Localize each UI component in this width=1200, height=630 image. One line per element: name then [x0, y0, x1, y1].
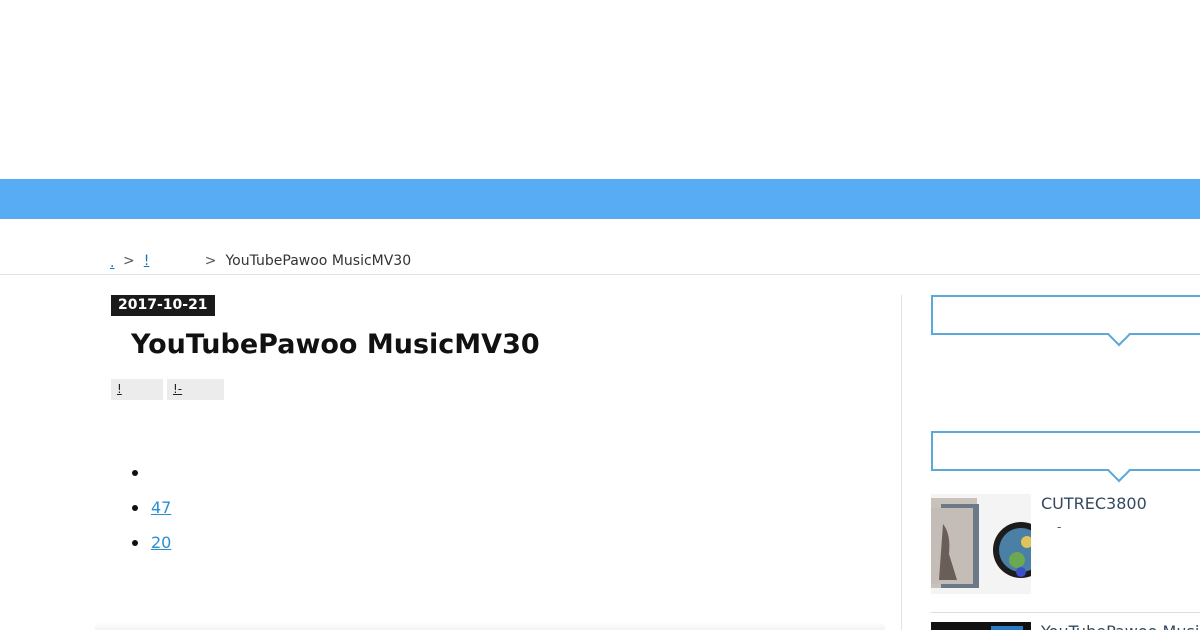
ranking-item[interactable]: CUTREC3800 -	[931, 494, 1200, 594]
tag-link[interactable]: !	[111, 379, 163, 400]
page: . > ! > YouTubePawoo MusicMV30 2017-10-2…	[0, 0, 1200, 630]
breadcrumb-separator: >	[123, 253, 135, 269]
page-title: YouTubePawoo MusicMV30	[131, 329, 540, 360]
tag-link[interactable]: !-	[167, 379, 224, 400]
list-item: 47	[130, 498, 191, 533]
tag-list: ! !-	[111, 379, 224, 400]
post-date-badge: 2017-10-21	[111, 295, 215, 316]
sidebar-widget-heading	[931, 295, 1200, 335]
column-divider	[901, 295, 902, 630]
sidebar-widget-heading	[931, 431, 1200, 471]
site-header	[0, 0, 1200, 179]
breadcrumb-divider	[0, 274, 1200, 275]
breadcrumb: . > ! > YouTubePawoo MusicMV30	[110, 252, 412, 271]
list-item: 20	[130, 533, 191, 568]
list-item	[130, 463, 191, 498]
article: 2017-10-21 YouTubePawoo MusicMV30 ! !- 4…	[110, 295, 880, 630]
breadcrumb-category-link[interactable]: !	[144, 252, 196, 270]
ranking-divider	[931, 612, 1200, 613]
ranking-meta: -	[1057, 520, 1062, 534]
content-fade	[95, 622, 885, 630]
table-of-contents: 47 20	[130, 463, 191, 568]
breadcrumb-home-link[interactable]: .	[110, 254, 114, 271]
ranking-title[interactable]: YouTubePawoo Music	[1041, 622, 1200, 630]
ranking-thumbnail[interactable]	[931, 494, 1031, 594]
thumbnail-badge	[991, 626, 1023, 630]
breadcrumb-separator: >	[204, 253, 217, 269]
global-nav-bar[interactable]	[0, 179, 1200, 219]
ranking-thumbnail[interactable]	[931, 622, 1031, 630]
toc-link[interactable]: 20	[151, 533, 191, 553]
breadcrumb-current: YouTubePawoo MusicMV30	[225, 253, 412, 269]
ranking-item[interactable]: YouTubePawoo Music	[931, 622, 1200, 630]
toc-link[interactable]: 47	[151, 498, 171, 518]
ranking-title[interactable]: CUTREC3800	[1041, 494, 1147, 513]
